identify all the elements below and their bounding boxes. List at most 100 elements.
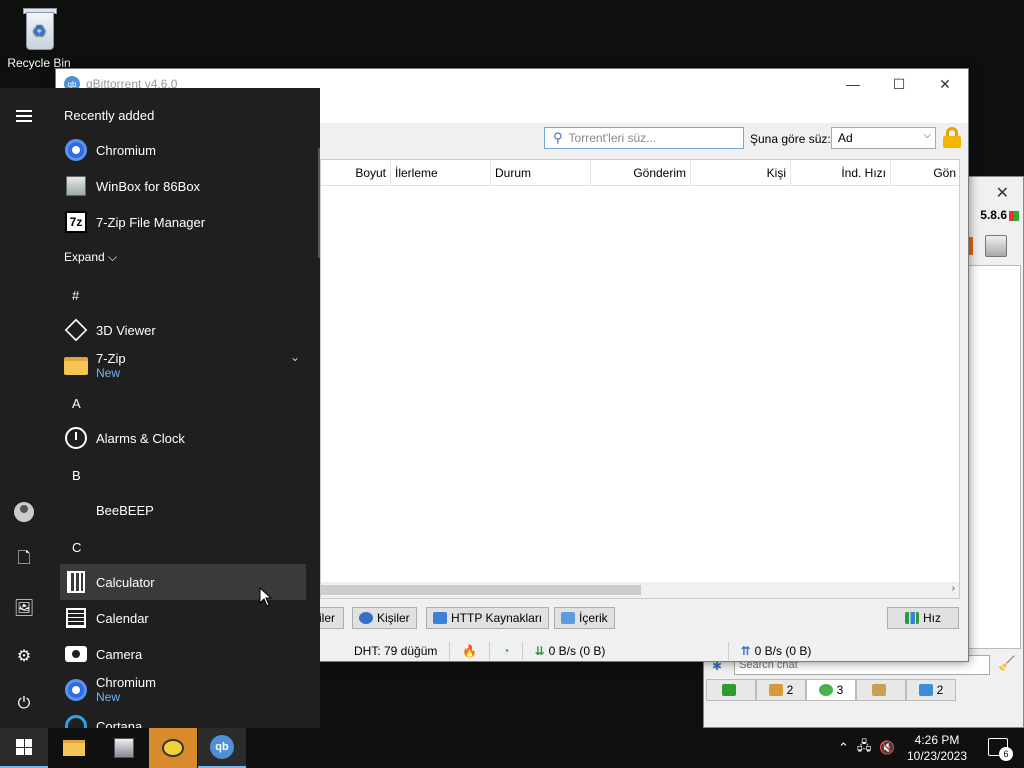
column-down-speed[interactable]: İnd. Hızı — [791, 160, 891, 186]
settings-button[interactable]: ⚙ — [0, 636, 48, 676]
chevron-down-icon[interactable]: ⌄ — [290, 350, 300, 364]
chats-icon — [818, 684, 833, 696]
beebeep-taskbar-button[interactable] — [149, 728, 197, 768]
documents-button[interactable]: 🗋 — [0, 540, 48, 580]
start-rail: 🗋 🖼 ⚙ ⏻ — [0, 88, 48, 728]
volume-muted-icon[interactable]: 🔇 — [879, 740, 895, 756]
column-status[interactable]: Durum — [491, 160, 591, 186]
show-hidden-icons[interactable]: ⌃ — [838, 740, 849, 756]
app-list[interactable]: Recently added Chromium WinBox for 86Box… — [48, 88, 320, 728]
app-list-scrollbar[interactable] — [318, 148, 320, 258]
chromium-icon — [65, 679, 87, 701]
app-chromium[interactable]: Chromium New — [60, 672, 306, 708]
tab-content[interactable]: İçerik — [554, 607, 615, 629]
file-explorer-button[interactable] — [50, 728, 98, 768]
power-icon: ⏻ — [17, 695, 31, 712]
calendar-icon — [66, 608, 86, 628]
group-a[interactable]: A — [72, 396, 81, 411]
chat-list-icon — [722, 684, 736, 696]
expand-button[interactable]: Expand ⌵ — [64, 250, 117, 265]
group-b[interactable]: B — [72, 468, 81, 483]
trash-icon[interactable] — [985, 235, 1007, 257]
download-speed-status[interactable]: ⇊ 0 B/s (0 B) — [523, 642, 729, 660]
notification-icon[interactable]: 6 — [988, 738, 1013, 761]
app-winbox[interactable]: WinBox for 86Box — [60, 168, 306, 204]
filter-by-select[interactable]: Ad ⌵ — [831, 127, 936, 149]
search-icon: ⚲ — [553, 130, 563, 145]
column-size[interactable]: Boyut — [321, 160, 391, 186]
tab-groups[interactable] — [856, 679, 906, 701]
dht-status: DHT: 79 düğüm — [318, 642, 451, 660]
speed-limits-status[interactable]: ◔ — [490, 642, 523, 660]
upload-speed-status[interactable]: ⇈ 0 B/s (0 B) — [729, 642, 824, 660]
download-icon: ⇊ — [534, 644, 545, 658]
app-7zip-folder[interactable]: 7-Zip New — [60, 348, 306, 384]
notification-count: 6 — [999, 747, 1013, 761]
close-button[interactable]: ✕ — [922, 69, 968, 99]
app-7zip-file-manager[interactable]: 7z 7-Zip File Manager — [60, 204, 306, 240]
power-button[interactable]: ⏻ — [0, 684, 48, 724]
scrollbar-thumb[interactable] — [321, 585, 641, 595]
7zip-icon: 7z — [65, 211, 87, 233]
flame-icon: 🔥 — [462, 644, 478, 658]
qbittorrent-icon: qb — [210, 735, 234, 759]
database-icon — [433, 612, 447, 624]
tab-http-sources[interactable]: HTTP Kaynakları — [426, 607, 550, 629]
qbittorrent-taskbar-button[interactable]: qb — [198, 728, 246, 768]
tab-speed[interactable]: Hız — [887, 607, 959, 629]
clock[interactable]: 4:26 PM 10/23/2023 — [902, 732, 972, 764]
app-3d-viewer[interactable]: 3D Viewer — [60, 312, 306, 348]
clear-icon[interactable]: 🧹 — [998, 655, 1015, 672]
maximize-button[interactable]: ☐ — [876, 69, 922, 99]
tab-users[interactable]: 2 — [756, 679, 806, 701]
app-camera[interactable]: Camera — [60, 636, 306, 672]
app-beebeep[interactable]: BeeBEEP — [60, 492, 306, 528]
torrent-list[interactable]: Boyut İlerleme Durum Gönderim Kişi İnd. … — [320, 159, 960, 599]
tab-chats[interactable]: 3 — [806, 679, 856, 701]
mouse-cursor-icon — [259, 587, 273, 607]
tab-chat-list[interactable] — [706, 679, 756, 701]
app-chromium-recent[interactable]: Chromium — [60, 132, 306, 168]
group-c[interactable]: C — [72, 540, 81, 555]
lock-icon[interactable] — [942, 127, 962, 149]
speed-chart-icon — [905, 612, 919, 624]
network-icon[interactable]: 🖧 — [857, 737, 872, 759]
column-up-speed[interactable]: Gön — [891, 160, 959, 186]
speedometer-icon: ◔ — [502, 644, 510, 658]
column-seeds[interactable]: Gönderim — [591, 160, 691, 186]
picture-icon: 🖼 — [13, 600, 35, 617]
minimize-button[interactable]: — — [830, 69, 876, 99]
groups-icon — [872, 684, 886, 696]
status-bar: DHT: 79 düğüm 🔥 ◔ ⇊ 0 B/s (0 B) ⇈ 0 B/s (0… — [318, 639, 968, 663]
app-alarms-clock[interactable]: Alarms & Clock — [60, 420, 306, 456]
firewall-status[interactable]: 🔥 — [450, 642, 491, 660]
tab-peers[interactable]: Kişiler — [352, 607, 417, 629]
beebeep-version: 5.8.6 — [980, 208, 1019, 222]
start-button[interactable] — [0, 728, 48, 768]
tab-files[interactable]: 2 — [906, 679, 956, 701]
recycle-bin[interactable]: ♻ Recycle Bin — [6, 6, 72, 70]
beebeep-close-button[interactable]: ✕ — [996, 183, 1009, 203]
recently-added-heading: Recently added — [64, 108, 155, 123]
flag-icon — [1009, 210, 1019, 221]
app-cortana[interactable]: Cortana — [60, 708, 306, 728]
upload-icon: ⇈ — [740, 644, 751, 658]
windows-icon — [16, 739, 32, 755]
bee-icon — [162, 739, 184, 757]
group-hash[interactable]: # — [72, 288, 79, 303]
content-icon — [561, 612, 575, 624]
pictures-button[interactable]: 🖼 — [0, 588, 48, 628]
winbox-taskbar-button[interactable] — [100, 728, 148, 768]
horizontal-scrollbar[interactable]: › — [321, 582, 959, 598]
account-button[interactable] — [0, 492, 48, 532]
torrent-filter-input[interactable]: ⚲ Torrent'leri süz... — [544, 127, 744, 149]
scroll-right-icon[interactable]: › — [952, 583, 955, 594]
beebeep-icon — [64, 498, 88, 522]
beebeep-chat-area — [966, 265, 1021, 649]
camera-icon — [65, 646, 87, 662]
peers-icon — [359, 612, 373, 624]
column-progress[interactable]: İlerleme — [391, 160, 491, 186]
column-peers[interactable]: Kişi — [691, 160, 791, 186]
folder-icon — [63, 740, 85, 756]
menu-icon[interactable] — [0, 96, 48, 136]
